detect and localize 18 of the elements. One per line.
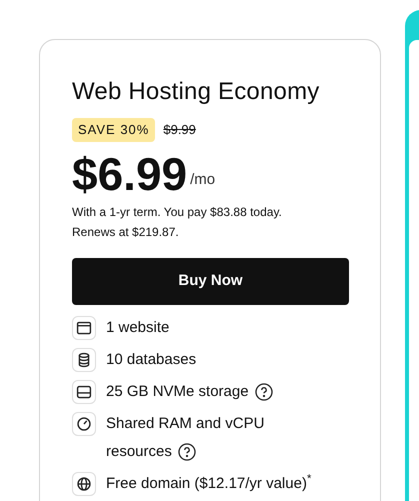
term-text: With a 1-yr term. You pay $83.88 today. — [72, 204, 283, 220]
term-text: Renews at $219.87. — [72, 224, 180, 240]
original-price: $9.99 — [163, 121, 196, 139]
feature-text: Free domain ($12.17/yr value)$^{*}$ — [106, 472, 312, 494]
window-icon — [72, 316, 96, 340]
buy-now-button[interactable]: Buy Now — [72, 258, 349, 304]
drive-icon — [72, 380, 96, 404]
feature-text: 1 website — [106, 318, 170, 338]
globe-icon — [72, 472, 96, 496]
feature-text: 25 GB NVMe storage — [106, 378, 321, 406]
feature-text: 10 databases — [106, 350, 198, 370]
discount-badge: SAVE 30% — [72, 118, 156, 142]
database-icon — [72, 348, 96, 372]
gauge-icon — [72, 412, 96, 436]
feature-text: Shared RAM and vCPU resources — [106, 414, 266, 463]
price: $6.99 — [72, 148, 188, 200]
plan-title: Web Hosting Economy — [72, 77, 320, 107]
price-period: /mo — [190, 170, 216, 190]
